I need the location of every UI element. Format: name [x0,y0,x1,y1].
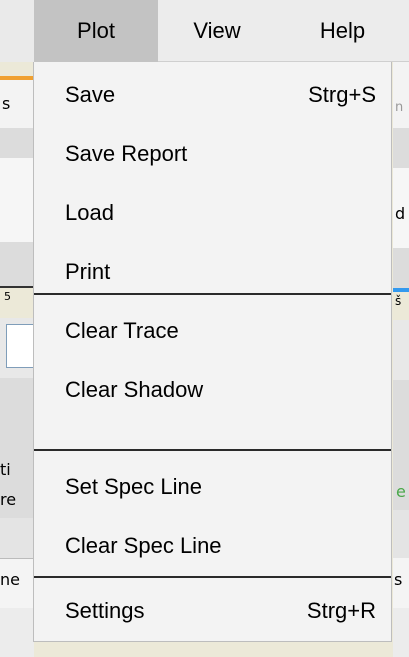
plot-dropdown-menu: Save Strg+S Save Report Load Print Clear… [33,62,392,642]
menu-item-settings[interactable]: Settings Strg+R [34,582,391,640]
dropdown-control-fragment[interactable] [6,324,34,368]
menu-item-clear-trace[interactable]: Clear Trace [34,302,391,360]
menu-separator [34,576,391,578]
menu-separator [34,449,391,451]
background-left-strip: s 5 ti re ne [0,62,34,657]
background-fragment: 5 [4,290,11,303]
background-fragment: d [395,204,406,223]
menu-view[interactable]: View [158,0,276,62]
menu-item-clear-shadow[interactable]: Clear Shadow [34,361,391,419]
background-fragment: s [394,570,403,589]
background-fragment: š [395,294,402,308]
menu-item-label: Clear Trace [65,318,179,343]
background-fragment: n [395,100,404,115]
background-fragment: re [0,490,17,509]
background-fragment: ne [0,570,20,589]
background-fragment: ti [0,460,11,479]
menu-item-save-report[interactable]: Save Report [34,125,391,183]
background-fragment: e [396,482,406,501]
menu-item-label: Save Report [65,141,188,166]
menu-item-save[interactable]: Save Strg+S [34,66,391,124]
menu-item-load[interactable]: Load [34,184,391,242]
menu-item-shortcut: Strg+R [306,598,376,623]
menu-item-label: Set Spec Line [65,474,202,499]
menu-separator [34,293,391,295]
menu-item-set-spec-line[interactable]: Set Spec Line [34,458,391,516]
background-right-strip: n d š e s [393,62,409,657]
menu-item-label: Clear Spec Line [65,533,222,558]
menu-item-label: Load [65,200,114,225]
menu-item-label: Settings [65,598,145,623]
menu-plot[interactable]: Plot [34,0,158,62]
blue-accent-bar [393,288,409,292]
background-fragment: s [2,94,11,113]
menu-help[interactable]: Help [276,0,409,62]
menu-item-label: Clear Shadow [65,377,204,402]
menu-bar: Plot View Help [0,0,409,62]
menu-item-label: Save [65,82,116,107]
menu-item-clear-spec-line[interactable]: Clear Spec Line [34,517,391,575]
menu-item-shortcut: Strg+S [308,82,376,107]
